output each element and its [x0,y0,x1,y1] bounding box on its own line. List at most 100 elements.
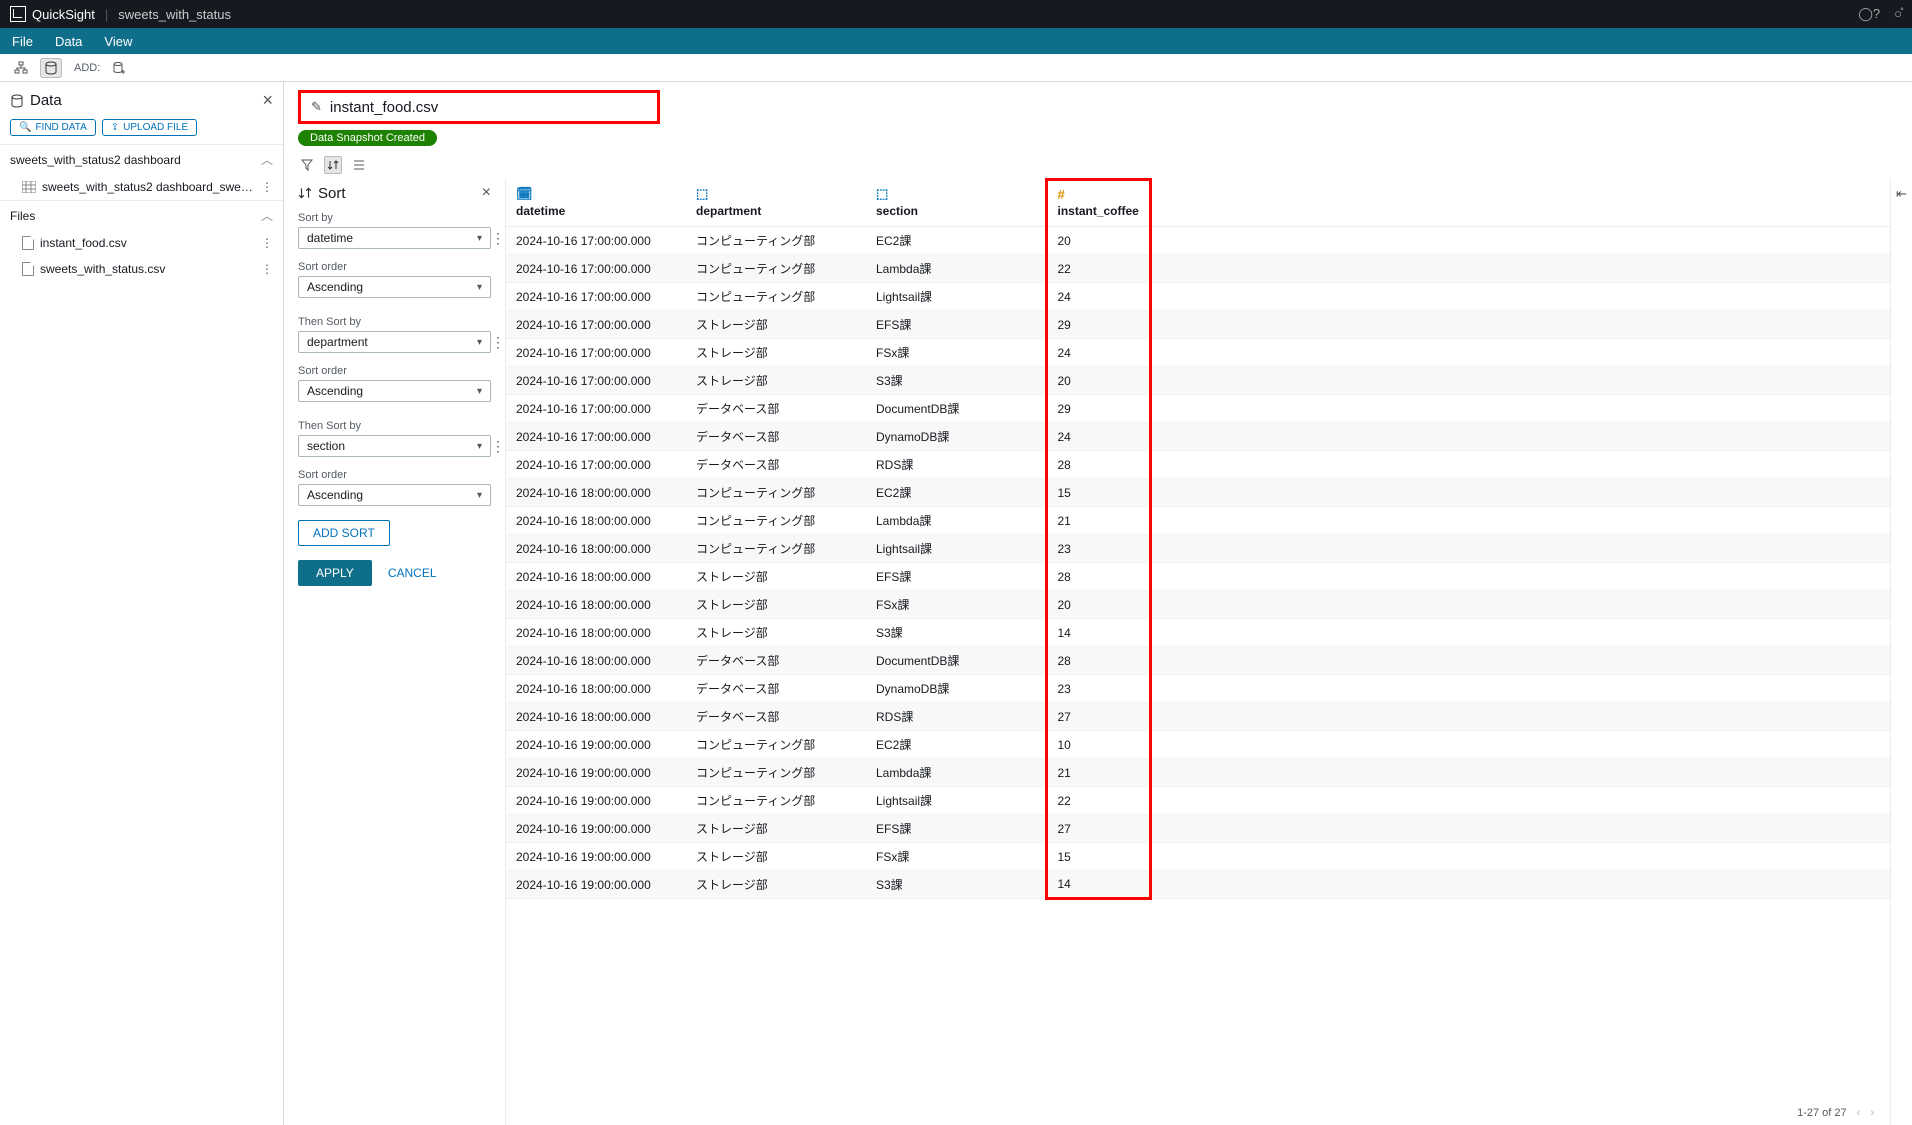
table-row[interactable]: 2024-10-16 17:00:00.000 ストレージ部 EFS課 29 [506,311,1890,339]
dashboard-section-header[interactable]: sweets_with_status2 dashboard ︿ [0,144,283,174]
table-row[interactable]: 2024-10-16 18:00:00.000 コンピューティング部 Lambd… [506,507,1890,535]
cell-datetime: 2024-10-16 19:00:00.000 [506,815,686,843]
cell-department: コンピューティング部 [686,787,866,815]
cell-instant-coffee: 24 [1046,423,1150,451]
file-item[interactable]: instant_food.csv [0,230,283,256]
col-header-instant-coffee[interactable]: # instant_coffee [1046,180,1150,227]
file-item-menu[interactable] [261,262,273,276]
find-data-button[interactable]: 🔍FIND DATA [10,119,96,136]
dashboard-item[interactable]: sweets_with_status2 dashboard_sweets_wit… [0,174,283,200]
col-header-department[interactable]: ⬚ department [686,180,866,227]
table-row[interactable]: 2024-10-16 19:00:00.000 ストレージ部 S3課 14 [506,871,1890,899]
cell-instant-coffee: 24 [1046,339,1150,367]
next-page[interactable]: › [1870,1107,1874,1119]
apply-button[interactable]: APPLY [298,560,372,586]
filter-button[interactable] [298,156,316,174]
topbar-right: ◯? ○̊ [1858,6,1902,22]
table-row[interactable]: 2024-10-16 19:00:00.000 ストレージ部 EFS課 27 [506,815,1890,843]
cell-spacer [1150,731,1890,759]
menu-file[interactable]: File [12,34,33,49]
add-sort-button[interactable]: ADD SORT [298,520,390,546]
table-row[interactable]: 2024-10-16 17:00:00.000 ストレージ部 S3課 20 [506,367,1890,395]
collapse-rail-icon[interactable]: ⇤ [1896,186,1907,202]
cell-datetime: 2024-10-16 17:00:00.000 [506,227,686,255]
table-row[interactable]: 2024-10-16 19:00:00.000 コンピューティング部 EC2課 … [506,731,1890,759]
sort-order-select-2[interactable]: Ascending [298,380,491,402]
sort-field-menu-2[interactable] [491,334,505,351]
user-icon[interactable]: ○̊ [1894,6,1902,22]
upload-file-button[interactable]: ⇪UPLOAD FILE [102,119,197,136]
file-icon [22,262,34,276]
menu-data[interactable]: Data [55,34,82,49]
table-row[interactable]: 2024-10-16 17:00:00.000 データベース部 RDS課 28 [506,451,1890,479]
file-item-menu[interactable] [261,236,273,250]
sort-by-select-1[interactable]: datetime [298,227,491,249]
topbar: QuickSight | sweets_with_status ◯? ○̊ [0,0,1912,28]
menu-view[interactable]: View [104,34,132,49]
cell-datetime: 2024-10-16 18:00:00.000 [506,563,686,591]
table-row[interactable]: 2024-10-16 18:00:00.000 ストレージ部 EFS課 28 [506,563,1890,591]
cancel-button[interactable]: CANCEL [388,566,437,580]
cell-instant-coffee: 27 [1046,815,1150,843]
cell-spacer [1150,647,1890,675]
close-data-panel[interactable]: × [262,90,273,111]
cell-department: コンピューティング部 [686,255,866,283]
table-row[interactable]: 2024-10-16 19:00:00.000 コンピューティング部 Light… [506,787,1890,815]
file-item[interactable]: sweets_with_status.csv [0,256,283,282]
cell-department: データベース部 [686,703,866,731]
table-row[interactable]: 2024-10-16 17:00:00.000 コンピューティング部 Lambd… [506,255,1890,283]
table-footer: 1-27 of 27 ‹ › [1797,1107,1874,1119]
cell-datetime: 2024-10-16 19:00:00.000 [506,843,686,871]
table-row[interactable]: 2024-10-16 18:00:00.000 ストレージ部 FSx課 20 [506,591,1890,619]
file-name: instant_food.csv [40,236,127,250]
cell-department: ストレージ部 [686,871,866,899]
files-section-header[interactable]: Files ︿ [0,200,283,230]
cell-spacer [1150,479,1890,507]
sort-field-menu-3[interactable] [491,438,505,455]
table-row[interactable]: 2024-10-16 17:00:00.000 コンピューティング部 EC2課 … [506,227,1890,255]
sort-order-select-3[interactable]: Ascending [298,484,491,506]
cell-spacer [1150,367,1890,395]
sort-by-select-3[interactable]: section [298,435,491,457]
tool-data-view[interactable] [40,58,62,78]
help-icon[interactable]: ◯? [1858,6,1880,22]
table-row[interactable]: 2024-10-16 18:00:00.000 データベース部 Document… [506,647,1890,675]
table-row[interactable]: 2024-10-16 18:00:00.000 データベース部 DynamoDB… [506,675,1890,703]
close-sort-panel[interactable]: × [482,184,491,202]
table-row[interactable]: 2024-10-16 18:00:00.000 ストレージ部 S3課 14 [506,619,1890,647]
cell-instant-coffee: 15 [1046,479,1150,507]
table-row[interactable]: 2024-10-16 17:00:00.000 ストレージ部 FSx課 24 [506,339,1890,367]
dashboard-item-menu[interactable] [261,180,273,194]
sort-by-select-2[interactable]: department [298,331,491,353]
table-row[interactable]: 2024-10-16 17:00:00.000 データベース部 Document… [506,395,1890,423]
cell-department: ストレージ部 [686,311,866,339]
table-row[interactable]: 2024-10-16 17:00:00.000 データベース部 DynamoDB… [506,423,1890,451]
file-title[interactable]: instant_food.csv [330,99,438,116]
file-icon [22,236,34,250]
col-header-datetime[interactable]: 🗓 datetime [506,180,686,227]
file-title-highlight: ✎ instant_food.csv [298,90,660,124]
cell-instant-coffee: 28 [1046,563,1150,591]
pencil-icon[interactable]: ✎ [311,99,322,115]
sort-button[interactable] [324,156,342,174]
col-header-section[interactable]: ⬚ section [866,180,1046,227]
table-row[interactable]: 2024-10-16 18:00:00.000 コンピューティング部 EC2課 … [506,479,1890,507]
cell-datetime: 2024-10-16 18:00:00.000 [506,703,686,731]
table-row[interactable]: 2024-10-16 17:00:00.000 コンピューティング部 Light… [506,283,1890,311]
cell-spacer [1150,395,1890,423]
list-button[interactable] [350,156,368,174]
prev-page[interactable]: ‹ [1857,1107,1861,1119]
cell-spacer [1150,563,1890,591]
sort-field-menu-1[interactable] [491,230,505,247]
cell-section: FSx課 [866,339,1046,367]
tool-add-dataset[interactable] [108,58,130,78]
tool-hierarchy[interactable] [10,58,32,78]
sort-order-select-1[interactable]: Ascending [298,276,491,298]
table-row[interactable]: 2024-10-16 19:00:00.000 コンピューティング部 Lambd… [506,759,1890,787]
divider: | [105,7,108,22]
cell-instant-coffee: 21 [1046,507,1150,535]
table-row[interactable]: 2024-10-16 18:00:00.000 データベース部 RDS課 27 [506,703,1890,731]
table-row[interactable]: 2024-10-16 18:00:00.000 コンピューティング部 Light… [506,535,1890,563]
table-row[interactable]: 2024-10-16 19:00:00.000 ストレージ部 FSx課 15 [506,843,1890,871]
cell-spacer [1150,255,1890,283]
